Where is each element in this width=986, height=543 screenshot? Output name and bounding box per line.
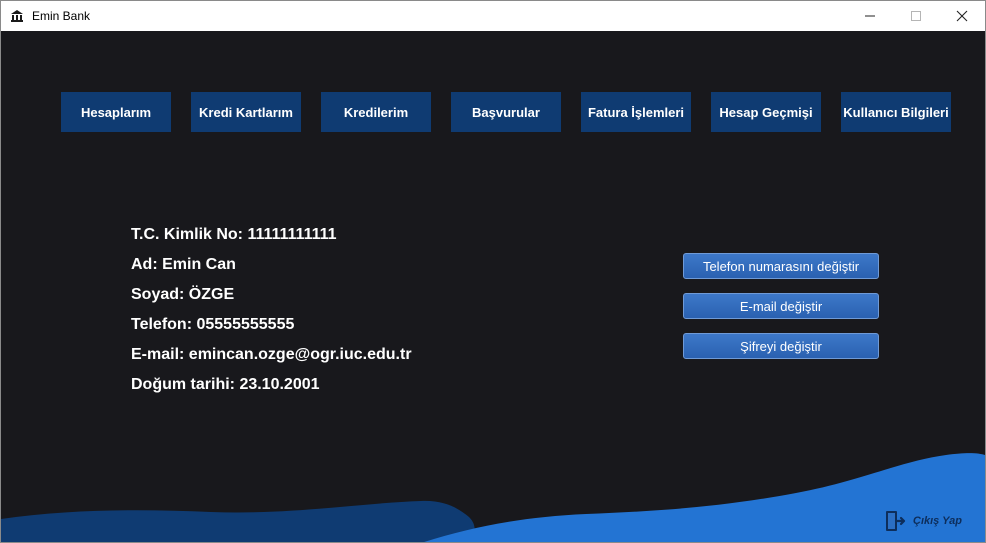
change-email-button[interactable]: E-mail değiştir: [683, 293, 879, 319]
change-password-button[interactable]: Şifreyi değiştir: [683, 333, 879, 359]
maximize-icon: [911, 11, 921, 21]
tc-kimlik-no: T.C. Kimlik No: 11111111111: [131, 226, 337, 243]
nav-kullanici-bilgileri[interactable]: Kullanıcı Bilgileri: [841, 92, 951, 132]
main-nav: Hesaplarım Kredi Kartlarım Kredilerim Ba…: [1, 92, 985, 132]
nav-hesaplarim[interactable]: Hesaplarım: [61, 92, 171, 132]
user-info: T.C. Kimlik No: 11111111111 Ad: Emin Can…: [131, 223, 412, 403]
last-name: Soyad: ÖZGE: [131, 286, 235, 303]
nav-kredi-kartlarim[interactable]: Kredi Kartlarım: [191, 92, 301, 132]
birth-date: Doğum tarihi: 23.10.2001: [131, 376, 320, 393]
window-title: Emin Bank: [32, 9, 91, 23]
bank-icon: [11, 10, 23, 22]
nav-kredilerim[interactable]: Kredilerim: [321, 92, 431, 132]
logout-button[interactable]: Çıkış Yap: [883, 508, 962, 534]
phone: Telefon: 05555555555: [131, 316, 295, 333]
title-bar[interactable]: Emin Bank: [1, 1, 985, 31]
maximize-button[interactable]: [893, 1, 939, 31]
minimize-icon: [865, 15, 875, 17]
email: E-mail: emincan.ozge@ogr.iuc.edu.tr: [131, 346, 412, 363]
window-controls: [847, 1, 985, 31]
minimize-button[interactable]: [847, 1, 893, 31]
app-window: Emin Bank Hesaplarım Kredi Kartlarım Kre…: [0, 0, 986, 543]
nav-basvurular[interactable]: Başvurular: [451, 92, 561, 132]
close-icon: [956, 10, 968, 22]
main-panel: Hesaplarım Kredi Kartlarım Kredilerim Ba…: [1, 31, 985, 542]
nav-hesap-gecmisi[interactable]: Hesap Geçmişi: [711, 92, 821, 132]
logout-icon: [886, 511, 906, 531]
close-button[interactable]: [939, 1, 985, 31]
logout-label: Çıkış Yap: [913, 515, 962, 527]
change-phone-button[interactable]: Telefon numarasını değiştir: [683, 253, 879, 279]
first-name: Ad: Emin Can: [131, 256, 236, 273]
nav-fatura-islemleri[interactable]: Fatura İşlemleri: [581, 92, 691, 132]
